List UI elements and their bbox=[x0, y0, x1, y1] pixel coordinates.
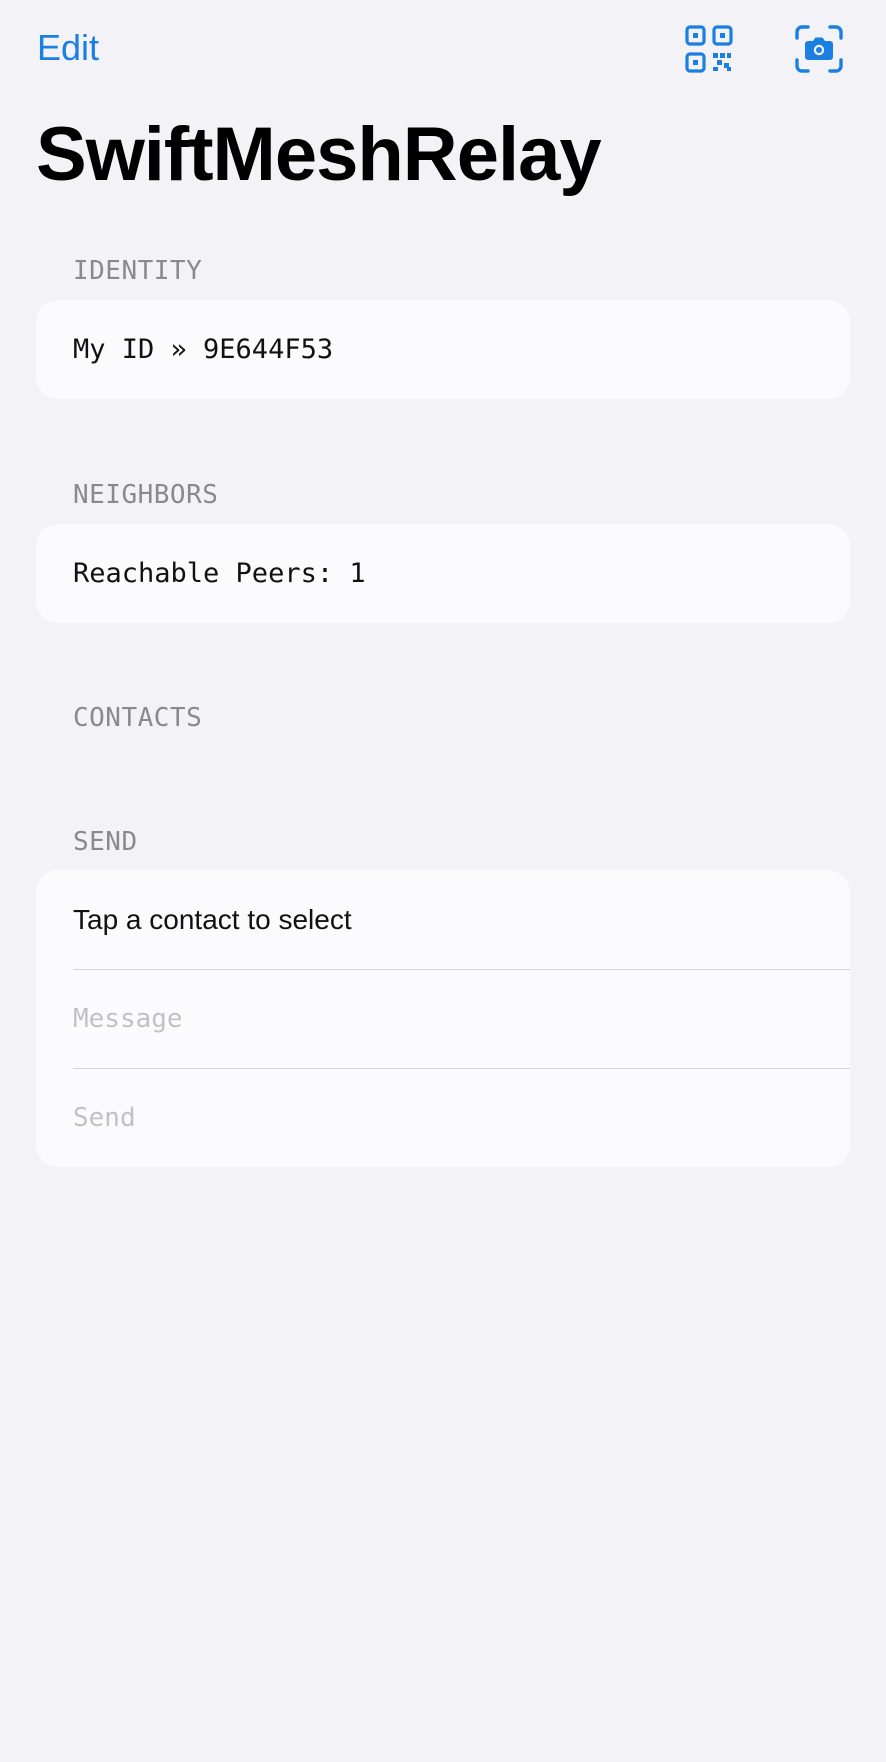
send-section-header: SEND bbox=[73, 827, 138, 857]
send-button[interactable]: Send bbox=[73, 1103, 136, 1133]
reachable-peers-row: Reachable Peers: 1 bbox=[36, 524, 850, 623]
identity-card: My ID » 9E644F53 bbox=[36, 300, 850, 399]
contact-select-row[interactable]: Tap a contact to select bbox=[36, 870, 850, 969]
contacts-section-header: CONTACTS bbox=[73, 703, 203, 733]
my-id-label: My ID » 9E644F53 bbox=[73, 334, 334, 365]
message-input[interactable] bbox=[73, 1003, 773, 1034]
edit-button[interactable]: Edit bbox=[37, 26, 99, 70]
qrcode-icon[interactable] bbox=[684, 24, 734, 74]
my-id-row: My ID » 9E644F53 bbox=[36, 300, 850, 399]
contact-select-prompt: Tap a contact to select bbox=[73, 903, 352, 935]
send-row[interactable]: Send bbox=[36, 1068, 850, 1167]
send-card: Tap a contact to select Send bbox=[36, 870, 850, 1167]
identity-section-header: IDENTITY bbox=[73, 256, 203, 286]
neighbors-section-header: NEIGHBORS bbox=[73, 480, 219, 510]
message-row[interactable] bbox=[36, 969, 850, 1068]
page-title: SwiftMeshRelay bbox=[36, 112, 602, 197]
reachable-peers-label: Reachable Peers: 1 bbox=[73, 558, 366, 589]
neighbors-card: Reachable Peers: 1 bbox=[36, 524, 850, 623]
navigation-bar: Edit bbox=[0, 0, 886, 100]
camera-viewfinder-icon[interactable] bbox=[794, 24, 844, 74]
